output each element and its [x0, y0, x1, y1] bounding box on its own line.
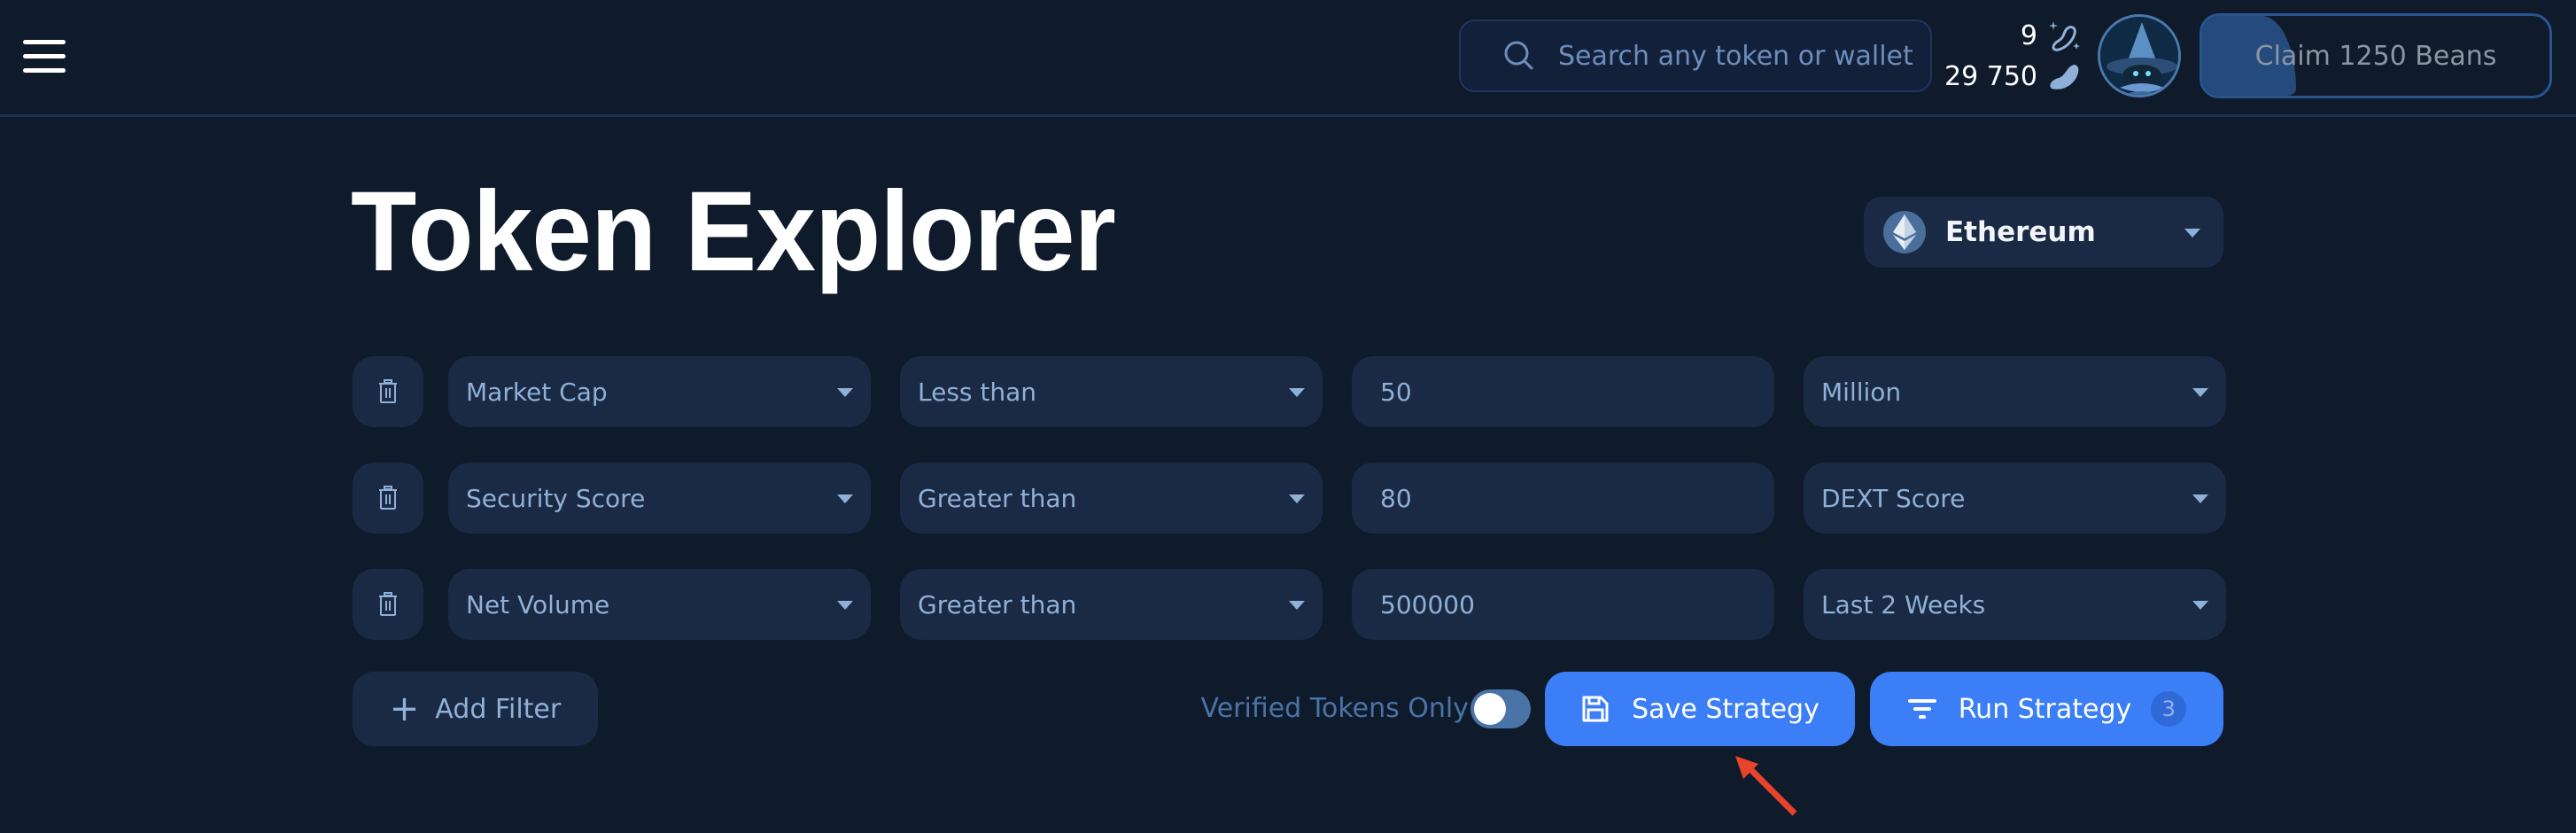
chevron-down-icon	[1289, 388, 1305, 397]
operator-select-value: Greater than	[918, 483, 1077, 513]
field-select-value: Net Volume	[466, 589, 610, 619]
add-filter-label: Add Filter	[435, 693, 562, 725]
top-header: 9 29 750 Claim 1250 Beans	[0, 0, 2576, 117]
trash-icon	[379, 592, 397, 616]
delete-filter-button[interactable]	[353, 356, 423, 427]
wizard-avatar-icon	[2100, 17, 2178, 95]
trash-icon	[379, 486, 397, 510]
filter-value-input[interactable]	[1378, 376, 1736, 408]
delete-filter-button[interactable]	[353, 463, 423, 533]
chevron-down-icon	[837, 388, 853, 397]
verified-tokens-toggle[interactable]	[1470, 689, 1531, 728]
save-strategy-label: Save Strategy	[1632, 693, 1819, 725]
field-select[interactable]: Market Cap	[448, 356, 871, 427]
delete-filter-button[interactable]	[353, 569, 423, 640]
unit-select[interactable]: Million	[1804, 356, 2226, 427]
value-input[interactable]	[1352, 463, 1774, 533]
unit-select-value: Million	[1821, 377, 1902, 407]
plus-icon: +	[389, 689, 420, 729]
field-select[interactable]: Net Volume	[448, 569, 871, 640]
chain-name: Ethereum	[1945, 216, 2096, 248]
operator-select[interactable]: Greater than	[900, 463, 1323, 533]
sparkle-bean-outline-icon	[2049, 21, 2080, 51]
ethereum-icon	[1883, 211, 1926, 253]
page-title: Token Explorer	[351, 168, 1116, 295]
bean-icon	[2050, 65, 2079, 90]
field-select[interactable]: Security Score	[448, 463, 871, 533]
claim-beans-label: Claim 1250 Beans	[2254, 40, 2497, 72]
operator-select[interactable]: Greater than	[900, 569, 1323, 640]
add-filter-button[interactable]: + Add Filter	[353, 672, 598, 746]
hamburger-menu-icon[interactable]	[23, 40, 66, 74]
save-strategy-button[interactable]: Save Strategy	[1545, 672, 1855, 746]
chevron-down-icon	[1289, 494, 1305, 503]
run-strategy-button[interactable]: Run Strategy 3	[1870, 672, 2223, 746]
filter-value-input[interactable]	[1378, 482, 1736, 514]
bean-count: 29 750	[1944, 60, 2037, 92]
chevron-down-icon	[837, 494, 853, 503]
annotation-arrow-icon	[1735, 756, 1797, 816]
save-icon	[1582, 696, 1609, 722]
filter-value-input[interactable]	[1378, 588, 1736, 620]
bean-counter: 29 750	[1905, 58, 2082, 94]
sparkle-counter: 9	[1940, 18, 2082, 53]
chevron-down-icon	[2192, 388, 2208, 397]
chevron-down-icon	[837, 601, 853, 610]
claim-beans-button[interactable]: Claim 1250 Beans	[2200, 13, 2552, 98]
operator-select[interactable]: Less than	[900, 356, 1323, 427]
chevron-down-icon	[1289, 601, 1305, 610]
sparkle-count: 9	[2020, 19, 2037, 51]
unit-select[interactable]: Last 2 Weeks	[1804, 569, 2226, 640]
unit-select[interactable]: DEXT Score	[1804, 463, 2226, 533]
toggle-knob	[1474, 693, 1506, 725]
chevron-down-icon	[2192, 601, 2208, 610]
operator-select-value: Greater than	[918, 589, 1077, 619]
chevron-down-icon	[2184, 229, 2200, 237]
field-select-value: Security Score	[466, 483, 646, 513]
chain-selector[interactable]: Ethereum	[1864, 197, 2223, 268]
chevron-down-icon	[2192, 494, 2208, 503]
value-input[interactable]	[1352, 356, 1774, 427]
user-avatar[interactable]	[2098, 14, 2181, 97]
value-input[interactable]	[1352, 569, 1774, 640]
field-select-value: Market Cap	[466, 377, 608, 407]
search-box[interactable]	[1459, 19, 1932, 92]
unit-select-value: Last 2 Weeks	[1821, 589, 1986, 619]
filter-count-badge: 3	[2151, 691, 2187, 727]
search-input[interactable]	[1556, 39, 1914, 73]
unit-select-value: DEXT Score	[1821, 483, 1966, 513]
verified-tokens-label: Verified Tokens Only	[1200, 693, 1470, 724]
run-strategy-label: Run Strategy	[1958, 693, 2132, 725]
search-icon	[1504, 41, 1533, 70]
trash-icon	[379, 379, 397, 403]
operator-select-value: Less than	[918, 377, 1037, 407]
filter-icon	[1907, 699, 1936, 719]
